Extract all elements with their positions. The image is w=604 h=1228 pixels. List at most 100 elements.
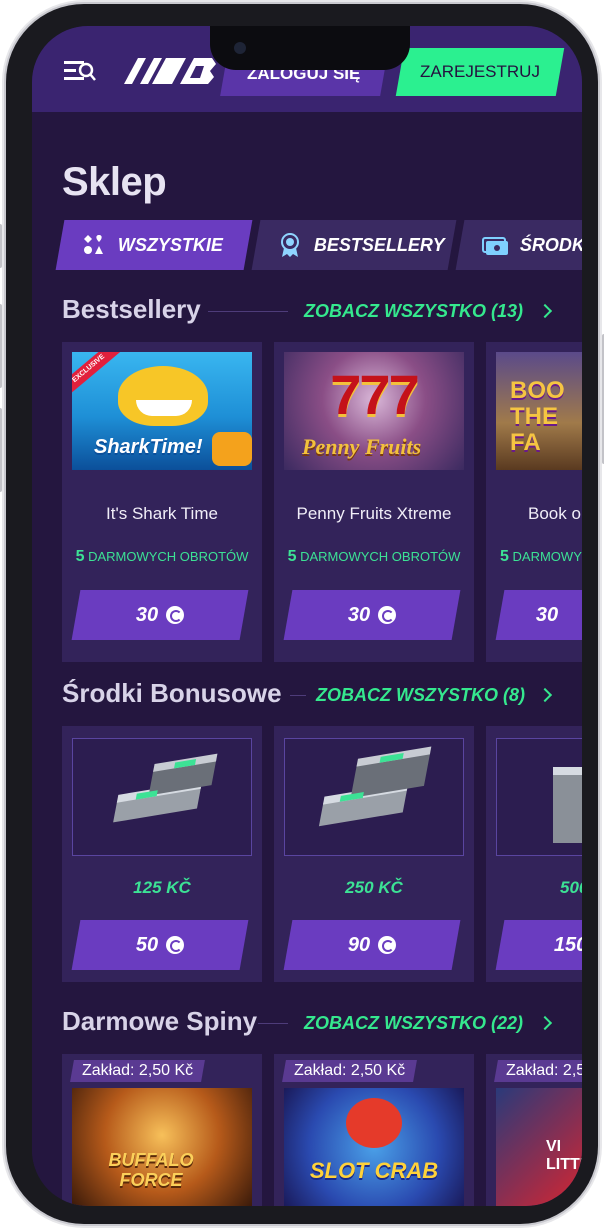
free-spin-card[interactable]: Zakład: 2,50 Kč SLOT CRAB xyxy=(274,1054,474,1206)
see-all-free-spins-link[interactable]: ZOBACZ WSZYSTKO (22) xyxy=(304,1013,523,1034)
page-title: Sklep xyxy=(62,160,167,204)
free-spins-label: 5 DARMOWYCH OBROTÓW xyxy=(274,548,474,566)
stake-badge: Zakład: 2,5 xyxy=(494,1060,582,1082)
stake-badge: Zakład: 2,50 Kč xyxy=(70,1060,206,1082)
stake-label: Zakład: 2,50 Kč xyxy=(294,1062,406,1079)
bonus-amount: 500 xyxy=(560,878,582,897)
section-divider xyxy=(290,695,306,696)
menu-search-icon[interactable] xyxy=(64,60,96,82)
tab-all-label: WSZYSTKIE xyxy=(118,234,224,255)
stake-label: Zakład: 2,5 xyxy=(506,1062,582,1079)
award-icon xyxy=(281,233,299,257)
chevron-right-icon[interactable] xyxy=(537,687,553,703)
game-thumbnail[interactable]: VI LITTL xyxy=(496,1088,582,1206)
phone-frame: ZALOGUJ SIĘ ZAREJESTRUJ Sklep WSZYSTKIE xyxy=(0,4,604,1224)
volume-down-button xyxy=(0,408,2,492)
section-title-free-spins: Darmowe Spiny xyxy=(62,1006,258,1036)
shop-content: Sklep WSZYSTKIE BESTSELLERY ŚRODKI Bests… xyxy=(32,112,582,1206)
bonus-image-frame xyxy=(496,738,582,856)
stake-badge: Zakład: 2,50 Kč xyxy=(282,1060,418,1082)
game-thumbnail[interactable]: SLOT CRAB xyxy=(284,1088,464,1206)
free-spins-label: 5 DARMOWY xyxy=(486,548,582,566)
coin-icon xyxy=(378,606,397,624)
buy-button[interactable]: 30 xyxy=(495,590,582,640)
game-art-title: VI LITTL xyxy=(546,1138,582,1173)
category-tabs: WSZYSTKIE BESTSELLERY ŚRODKI xyxy=(55,220,582,270)
app-screen: ZALOGUJ SIĘ ZAREJESTRUJ Sklep WSZYSTKIE xyxy=(32,26,582,1206)
exclusive-badge: EXCLUSIVE xyxy=(72,352,121,397)
game-thumbnail[interactable]: EXCLUSIVE SharkTime! xyxy=(72,352,252,470)
bonus-amount: 125 KČ xyxy=(133,878,191,897)
game-art-title: Penny Fruits xyxy=(302,434,422,459)
game-name: Penny Fruits Xtreme xyxy=(296,504,452,523)
bonus-card[interactable]: 125 KČ 50 xyxy=(62,726,262,982)
camera-icon xyxy=(234,42,246,54)
free-spins-label: 5 DARMOWYCH OBROTÓW xyxy=(62,548,262,566)
bonus-badge xyxy=(212,432,252,466)
product-card[interactable]: 777 Penny Fruits Penny Fruits Xtreme 5 D… xyxy=(274,342,474,662)
tab-all[interactable]: WSZYSTKIE xyxy=(55,220,253,270)
crab-character xyxy=(346,1098,402,1148)
volume-up-button xyxy=(0,304,2,388)
product-card[interactable]: EXCLUSIVE SharkTime! It's Shark Time 5 D… xyxy=(62,342,262,662)
spins-count: 5 xyxy=(500,548,509,565)
section-title-bestsellers: Bestsellery xyxy=(62,294,201,324)
price-value: 90 xyxy=(347,933,371,956)
buy-button[interactable]: 30 xyxy=(71,590,249,640)
buy-button[interactable]: 50 xyxy=(71,920,249,970)
tab-funds[interactable]: ŚRODKI xyxy=(455,220,582,270)
see-all-bestsellers-link[interactable]: ZOBACZ WSZYSTKO (13) xyxy=(304,301,523,322)
buy-button[interactable]: 150 xyxy=(495,920,582,970)
section-divider xyxy=(258,1023,288,1024)
game-art-number: 777 xyxy=(330,363,419,426)
cash-stack-icon xyxy=(318,746,432,827)
bonus-image-frame xyxy=(72,738,252,856)
chevron-right-icon[interactable] xyxy=(537,1015,553,1031)
game-thumbnail[interactable]: 777 Penny Fruits xyxy=(284,352,464,470)
price-value: 30 xyxy=(347,603,371,626)
register-button-label: ZAREJESTRUJ xyxy=(420,62,540,81)
cards-icon xyxy=(84,235,103,254)
coin-icon xyxy=(166,936,185,954)
game-name: It's Shark Time xyxy=(106,504,218,523)
cash-icon xyxy=(482,237,508,255)
price-value: 30 xyxy=(536,603,559,626)
stake-label: Zakład: 2,50 Kč xyxy=(82,1062,194,1079)
game-art-title: SLOT CRAB xyxy=(309,1158,439,1183)
section-divider xyxy=(208,311,288,312)
register-button[interactable]: ZAREJESTRUJ xyxy=(395,48,565,96)
buy-button[interactable]: 90 xyxy=(283,920,461,970)
tab-funds-label: ŚRODKI xyxy=(520,234,582,255)
shark-teeth xyxy=(136,400,192,416)
buy-button[interactable]: 30 xyxy=(283,590,461,640)
spins-count: 5 xyxy=(287,548,297,565)
tab-bestsellers-label: BESTSELLERY xyxy=(314,234,445,255)
price-value: 30 xyxy=(135,603,159,626)
spins-text: DARMOWYCH OBROTÓW xyxy=(88,549,249,564)
price-value: 150 xyxy=(554,933,582,956)
see-all-bonus-funds-link[interactable]: ZOBACZ WSZYSTKO (8) xyxy=(316,685,525,706)
spins-text: DARMOWY xyxy=(512,549,582,564)
coin-icon xyxy=(378,936,397,954)
bonus-card[interactable]: 500 150 xyxy=(486,726,582,982)
free-spin-card[interactable]: Zakład: 2,5 VI LITTL xyxy=(486,1054,582,1206)
chevron-right-icon[interactable] xyxy=(537,303,553,319)
game-thumbnail[interactable]: BUFFALO FORCE xyxy=(72,1088,252,1206)
cash-stack-icon xyxy=(113,753,218,823)
bonus-image-frame xyxy=(284,738,464,856)
bonus-card[interactable]: 250 KČ 90 xyxy=(274,726,474,982)
tab-bestsellers[interactable]: BESTSELLERY xyxy=(251,220,457,270)
game-thumbnail[interactable]: BOO THE FA xyxy=(496,352,582,470)
product-card[interactable]: BOO THE FA Book o 5 DARMOWY 30 xyxy=(486,342,582,662)
spins-text: DARMOWYCH OBROTÓW xyxy=(300,549,461,564)
section-title-bonus-funds: Środki Bonusowe xyxy=(62,678,282,708)
nb-logo[interactable] xyxy=(124,58,216,84)
mute-switch xyxy=(0,224,2,268)
game-art-title: BUFFALO FORCE xyxy=(108,1150,194,1190)
shark-character xyxy=(118,366,208,426)
cash-stack-icon xyxy=(553,767,582,843)
coin-icon xyxy=(166,606,185,624)
game-name: Book o xyxy=(528,504,581,523)
free-spin-card[interactable]: Zakład: 2,50 Kč BUFFALO FORCE xyxy=(62,1054,262,1206)
bonus-amount: 250 KČ xyxy=(345,878,403,897)
